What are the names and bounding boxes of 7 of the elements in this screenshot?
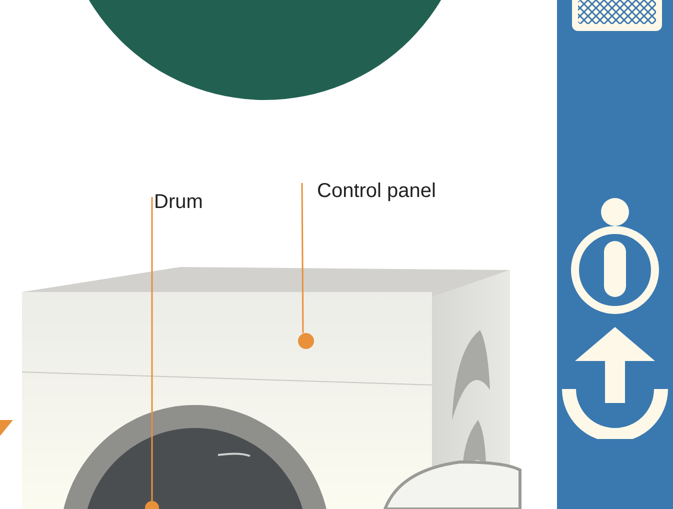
callout-label: Drum <box>154 190 203 215</box>
callout-label: Control panel <box>317 179 436 204</box>
marker-dot <box>298 333 314 349</box>
pointer-triangle <box>0 420 13 436</box>
upload-icon[interactable] <box>562 327 668 439</box>
info-icon[interactable] <box>569 197 661 315</box>
grid-icon[interactable] <box>572 0 662 31</box>
